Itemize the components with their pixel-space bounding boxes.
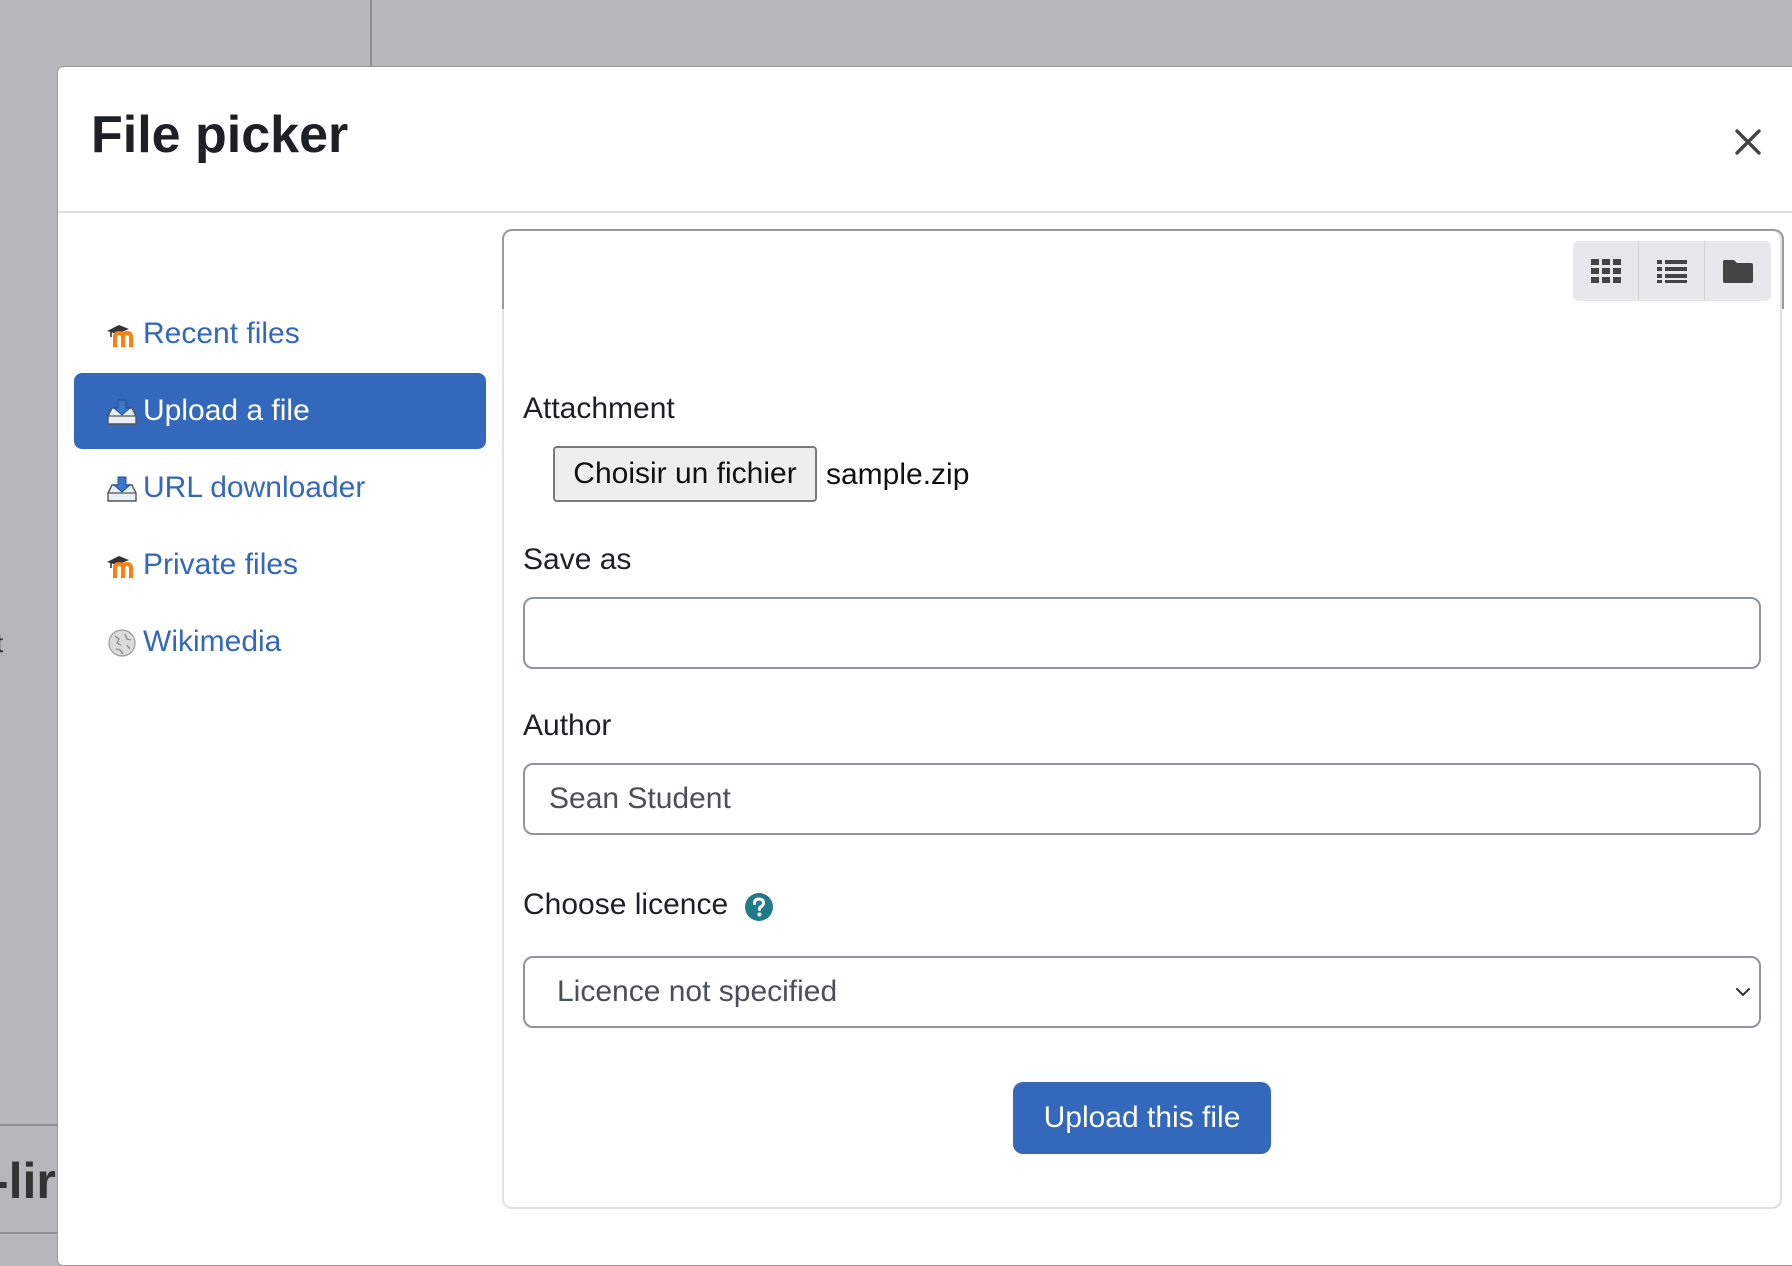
background-partial-heading: -lir <box>0 1153 56 1209</box>
author-input[interactable] <box>523 763 1761 835</box>
attachment-label: Attachment <box>523 392 675 425</box>
moodle-icon <box>105 317 139 351</box>
repository-label: Recent files <box>143 317 300 350</box>
repository-url-downloader[interactable]: URL downloader <box>74 450 486 526</box>
close-icon <box>1735 128 1761 155</box>
view-toggle <box>1573 241 1771 301</box>
folder-view-button[interactable] <box>1705 241 1771 301</box>
save-as-input[interactable] <box>523 597 1761 669</box>
choose-file-button[interactable]: Choisir un fichier <box>553 446 817 502</box>
background-divider <box>0 1232 58 1234</box>
chosen-file-name: sample.zip <box>826 458 970 491</box>
folder-view-icon <box>1723 260 1753 283</box>
list-view-icon <box>1656 260 1687 283</box>
save-as-label: Save as <box>523 543 632 576</box>
author-label: Author <box>523 709 612 742</box>
repository-wikimedia[interactable]: Wikimedia <box>74 604 486 680</box>
help-icon[interactable] <box>744 892 774 922</box>
url-download-icon <box>105 471 139 505</box>
upload-this-file-button[interactable]: Upload this file <box>1013 1082 1271 1154</box>
wikimedia-icon <box>105 625 139 659</box>
background-partial-text: t <box>0 628 3 659</box>
repository-list: Recent files Upload a file URL downloade… <box>74 296 486 681</box>
repository-label: Private files <box>143 548 299 581</box>
repository-label: Wikimedia <box>143 625 282 658</box>
dialog-header: File picker <box>58 67 1792 213</box>
background-divider <box>0 1124 58 1126</box>
grid-view-icon <box>1590 259 1621 283</box>
repository-upload-a-file[interactable]: Upload a file <box>74 373 486 449</box>
upload-icon <box>105 394 139 428</box>
moodle-icon <box>105 548 139 582</box>
grid-view-button[interactable] <box>1573 241 1639 301</box>
licence-select[interactable]: Licence not specified <box>523 956 1761 1028</box>
licence-selected-value: Licence not specified <box>557 975 838 1008</box>
licence-label: Choose licence <box>523 888 729 921</box>
repository-label: URL downloader <box>143 471 366 504</box>
repository-recent-files[interactable]: Recent files <box>74 296 486 372</box>
chevron-down-icon <box>1736 988 1750 997</box>
repository-label: Upload a file <box>143 394 310 427</box>
background-divider <box>370 0 372 66</box>
list-view-button[interactable] <box>1639 241 1705 301</box>
upload-panel <box>502 229 1784 1209</box>
close-button[interactable] <box>1728 123 1768 163</box>
dialog-title: File picker <box>91 106 349 164</box>
repository-private-files[interactable]: Private files <box>74 527 486 603</box>
